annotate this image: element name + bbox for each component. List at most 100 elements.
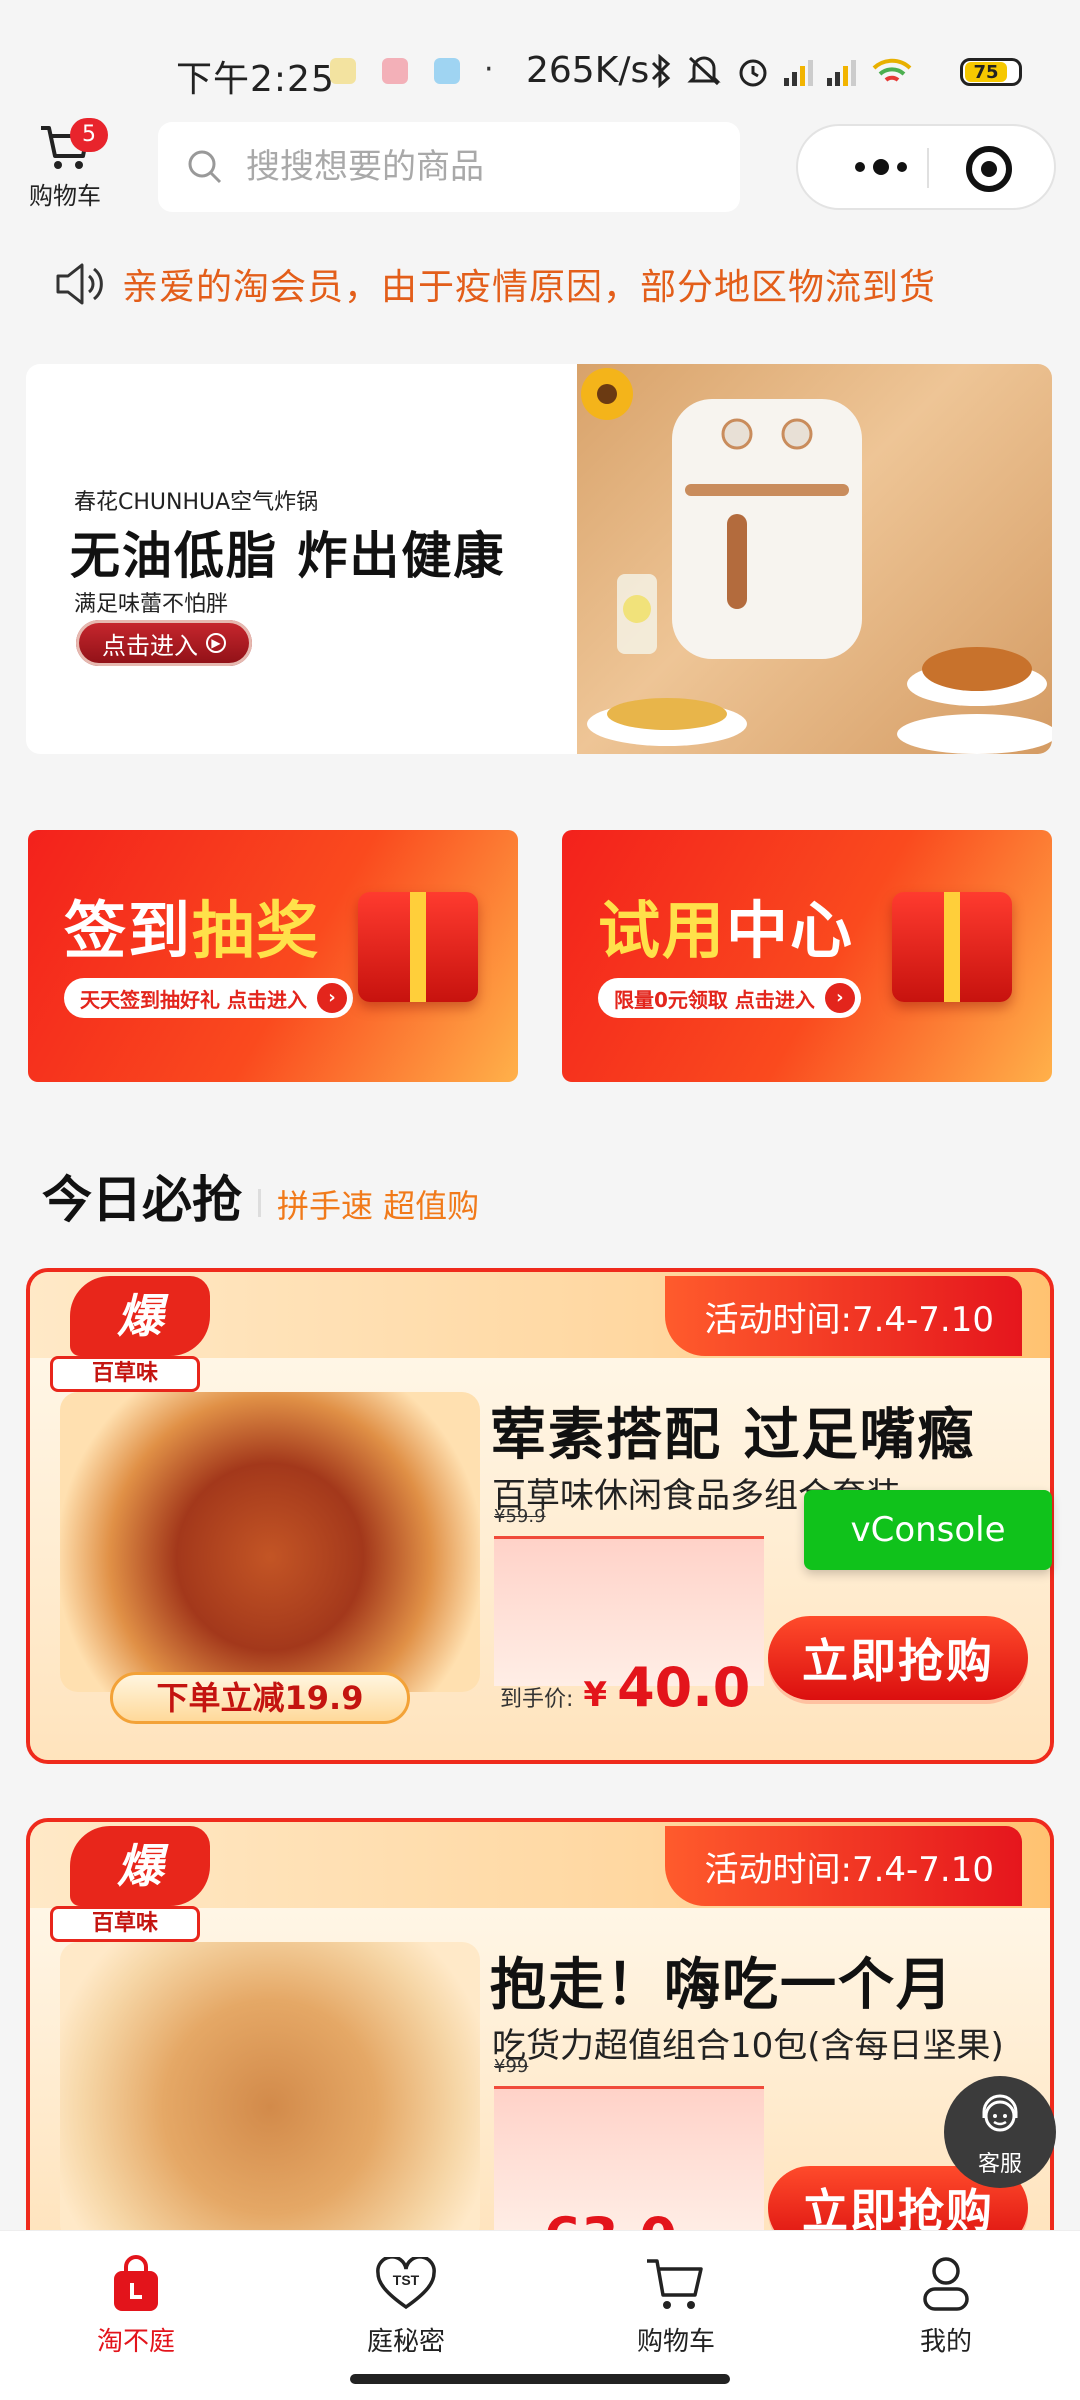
deal-activity-time: 活动时间:7.4-7.10 (664, 1276, 1022, 1356)
tab-mine[interactable]: 我的 (876, 2253, 1016, 2358)
signal-2-icon (827, 56, 856, 86)
app-notification-icon (382, 58, 408, 84)
deal-activity-time: 活动时间:7.4-7.10 (664, 1826, 1022, 1906)
promo-checkin-lottery[interactable]: 签到抽奖 天天签到抽好礼 点击进入 › (28, 830, 518, 1082)
more-dot-icon (873, 159, 889, 175)
buy-now-button[interactable]: 立即抢购 (768, 1616, 1028, 1700)
deal-card[interactable]: 活动时间:7.4-7.10 爆 百草味 抱走！嗨吃一个月 吃货力超值组合10包(… (26, 1818, 1054, 2238)
status-dot: · (484, 52, 494, 87)
play-arrow-icon: ▶ (206, 633, 226, 653)
promo-trial-center[interactable]: 试用中心 限量0元领取 点击进入 › (562, 830, 1052, 1082)
more-dot-icon (855, 162, 865, 172)
mute-icon (687, 56, 721, 86)
deal-description: 吃货力超值组合10包(含每日坚果) (492, 2026, 1004, 2066)
section-subtitle: 拼手速 超值购 (277, 1187, 480, 1225)
cart-label: 购物车 (29, 182, 101, 210)
hot-badge: 爆 百草味 (50, 1826, 240, 1946)
promo-pill-label: 限量0元领取 点击进入 (614, 987, 815, 1012)
promo-title-a: 签到 (64, 894, 193, 967)
banner-subtitle: 满足味蕾不怕胖 (74, 592, 229, 617)
final-price-value: 40.0 (617, 1656, 751, 1719)
promo-pill[interactable]: 天天签到抽好礼 点击进入 › (64, 978, 353, 1018)
status-time: 下午2:25 (176, 59, 335, 100)
promo-title-b: 抽奖 (192, 894, 321, 967)
hot-badge-text: 爆 (70, 1276, 210, 1356)
currency-symbol: ¥ (583, 1675, 608, 1715)
search-input[interactable] (246, 147, 686, 187)
tab-home[interactable]: 淘不庭 (66, 2253, 206, 2358)
section-header-today: 今日必抢 拼手速 超值购 (42, 1160, 479, 1232)
speaker-icon (56, 263, 103, 305)
final-price-label: 到手价: (500, 1687, 574, 1712)
brand-tag: 百草味 (50, 1906, 200, 1942)
original-price: ¥59.9 (494, 1506, 546, 1527)
search-bar[interactable] (158, 122, 740, 212)
customer-service-button[interactable]: 客服 (944, 2076, 1056, 2188)
promo-pill[interactable]: 限量0元领取 点击进入 › (598, 978, 861, 1018)
battery-level: 75 (965, 62, 1007, 83)
status-app-icons (330, 58, 460, 84)
cart-shortcut[interactable]: 5 购物车 (22, 118, 108, 218)
miniprogram-capsule (796, 124, 1056, 210)
tab-cart[interactable]: 购物车 (606, 2253, 746, 2358)
red-envelope-icon (358, 892, 478, 1002)
chevron-right-icon: › (316, 983, 347, 1013)
cart-icon (647, 2259, 703, 2309)
customer-service-icon (982, 2094, 1018, 2132)
banner-enter-button[interactable]: 点击进入 ▶ (76, 620, 252, 666)
product-image (60, 1392, 480, 1692)
promo-title-a: 试用 (598, 894, 727, 967)
cart-badge: 5 (70, 118, 108, 152)
record-icon (981, 161, 997, 177)
close-miniprogram-button[interactable] (966, 146, 1012, 192)
vconsole-button[interactable]: vConsole (804, 1490, 1052, 1570)
final-price: 到手价: ¥ 40.0 (500, 1656, 750, 1719)
notice-bar[interactable]: 亲爱的淘会员，由于疫情原因，部分地区物流到货 (54, 258, 936, 310)
promo-title: 试用中心 (598, 880, 854, 970)
tab-label: 淘不庭 (96, 2327, 175, 2357)
promo-pill-label: 天天签到抽好礼 点击进入 (80, 987, 307, 1012)
brand-tag: 百草味 (50, 1356, 200, 1392)
chevron-right-icon: › (824, 983, 855, 1013)
tab-secret[interactable]: TST 庭秘密 (336, 2253, 476, 2358)
tab-label: 我的 (919, 2327, 972, 2357)
home-indicator[interactable] (350, 2374, 730, 2384)
wifi-icon (872, 58, 912, 82)
person-icon (923, 2257, 969, 2311)
svg-text:TST: TST (393, 2272, 420, 2288)
more-dot-icon (897, 162, 907, 172)
hero-banner[interactable]: 春花CHUNHUA空气炸锅 无油低脂 炸出健康 满足味蕾不怕胖 点击进入 ▶ (26, 364, 1052, 754)
network-speed: 265K/s (526, 50, 650, 91)
air-fryer-photo (577, 364, 1052, 754)
air-fryer-illustration (581, 368, 1052, 754)
promo-title: 签到抽奖 (64, 880, 320, 970)
product-image (60, 1942, 480, 2238)
battery-indicator: 75 (960, 58, 1022, 86)
banner-slogan: 无油低脂 炸出健康 (70, 527, 506, 585)
alarm-icon (739, 59, 767, 87)
notice-text: 亲爱的淘会员，由于疫情原因，部分地区物流到货 (122, 267, 937, 308)
tst-heart-icon: TST (376, 2257, 436, 2310)
hot-badge-text: 爆 (70, 1826, 210, 1906)
banner-brand: 春花CHUNHUA空气炸锅 (74, 490, 319, 515)
banner-enter-label: 点击进入 (102, 631, 198, 660)
section-divider (258, 1189, 261, 1217)
hot-badge: 爆 百草味 (50, 1276, 240, 1396)
discount-ribbon: 下单立减19.9 (110, 1672, 410, 1724)
tab-label: 庭秘密 (366, 2327, 445, 2357)
app-notification-icon (330, 58, 356, 84)
gift-box-icon (892, 892, 1012, 1002)
deal-title: 荤素搭配 过足嘴瘾 (490, 1403, 976, 1468)
customer-service-label: 客服 (977, 2152, 1022, 2177)
status-bar: 下午2:25 · 265K/s 75 (0, 0, 1080, 110)
section-title: 今日必抢 (42, 1171, 242, 1229)
status-icons (650, 54, 914, 88)
tab-label: 购物车 (636, 2327, 715, 2357)
promo-title-b: 中心 (726, 894, 855, 967)
deal-title: 抱走！嗨吃一个月 (490, 1953, 954, 2018)
search-icon (188, 150, 222, 184)
bluetooth-icon (651, 54, 671, 88)
signal-1-icon (784, 56, 813, 86)
original-price: ¥99 (494, 2056, 529, 2077)
more-button[interactable] (838, 126, 924, 208)
